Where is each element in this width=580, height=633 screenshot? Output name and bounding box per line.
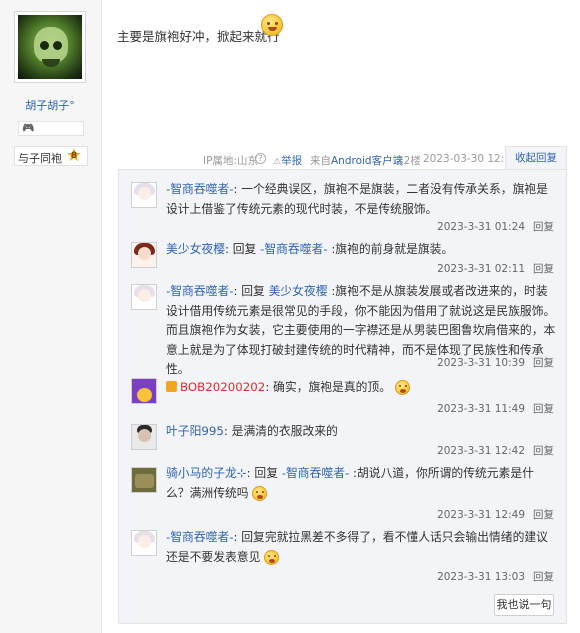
comment-time: 2023-3-31 12:42 xyxy=(437,445,525,457)
reply-target-username[interactable]: -智商吞噬者- xyxy=(260,242,328,256)
post-date: 2023-03-30 12:52 xyxy=(423,153,518,165)
comment-body: :旗袍的前身就是旗装。 xyxy=(327,242,454,256)
comment-meta: 2023-3-31 02:11 回复 xyxy=(437,261,554,276)
ghost-girl-avatar[interactable] xyxy=(131,284,157,310)
comment-meta: 2023-3-31 10:39 回复 xyxy=(437,355,554,370)
reply-button[interactable]: 回复 xyxy=(533,571,554,583)
shocked-emoji-icon xyxy=(252,485,268,501)
author-username[interactable]: 胡子胡子° xyxy=(0,97,100,113)
reply-button[interactable]: 回复 xyxy=(533,221,554,233)
cat-avatar[interactable] xyxy=(131,378,157,404)
floor-number: 12楼 xyxy=(397,155,421,167)
ghost-girl-avatar[interactable] xyxy=(131,530,157,556)
smile-emoji-icon xyxy=(264,549,280,565)
author-panel: 胡子胡子° 🎮 与子同袍 ★ 8 xyxy=(0,0,102,633)
comment-body: 确实，旗袍是真的顶。 xyxy=(273,380,392,394)
comment-username[interactable]: -智商吞噬者- xyxy=(166,182,234,196)
level-name: 与子同袍 xyxy=(18,152,62,165)
help-icon[interactable]: ? xyxy=(255,153,266,164)
report-link[interactable]: ⚠举报 xyxy=(273,153,302,168)
comment-username[interactable]: 美少女夜樱 xyxy=(166,242,225,256)
comment-item: 叶子阳995: 是满清的衣服改来的 xyxy=(166,422,556,442)
comment-username[interactable]: BOB20200202 xyxy=(180,380,265,394)
comment-time: 2023-3-31 13:03 xyxy=(437,571,525,583)
skull-mouth xyxy=(42,59,60,67)
comment-meta: 2023-3-31 01:24 回复 xyxy=(437,219,554,234)
comment-item: 骑小马的子龙⊹: 回复 -智商吞噬者- :胡说八道，你所谓的传统元素是什么？满洲… xyxy=(166,464,556,503)
comment-list: -智商吞噬者-: 一个经典误区，旗袍不是旗装，二者没有传承关系，旗袍是设计上借鉴… xyxy=(118,169,567,624)
forum-level-badge[interactable]: 与子同袍 ★ 8 xyxy=(14,146,88,166)
comment-username[interactable]: 叶子阳995 xyxy=(166,424,224,438)
reply-button[interactable]: 回复 xyxy=(533,445,554,457)
reply-button[interactable]: 回复 xyxy=(533,357,554,369)
man-avatar[interactable] xyxy=(131,424,157,450)
comment-meta: 2023-3-31 12:49 回复 xyxy=(437,507,554,522)
reply-button[interactable]: 回复 xyxy=(533,509,554,521)
vip-badge-icon xyxy=(166,381,177,392)
reply-target-username[interactable]: 美少女夜樱 xyxy=(269,284,328,298)
comment-separator: : xyxy=(223,424,232,438)
rpg-avatar[interactable] xyxy=(131,467,157,493)
comment-username[interactable]: -智商吞噬者- xyxy=(166,530,234,544)
comment-item: -智商吞噬者-: 回复完就拉黑差不多得了，看不懂人话只会输出情绪的建议还是不要发… xyxy=(166,528,556,567)
comment-meta: 2023-3-31 13:03 回复 xyxy=(437,569,554,584)
warning-icon: ⚠ xyxy=(273,157,282,167)
client-link[interactable]: Android客户端 xyxy=(331,155,403,167)
author-avatar[interactable] xyxy=(14,11,86,83)
reply-word: : 回复 xyxy=(225,242,261,256)
comment-meta: 2023-3-31 12:42 回复 xyxy=(437,443,554,458)
comment-item: BOB20200202: 确实，旗袍是真的顶。 xyxy=(166,378,556,398)
gamepad-icon: 🎮 xyxy=(22,123,35,134)
skull-eye-left xyxy=(40,41,49,50)
maid-girl-avatar[interactable] xyxy=(131,242,157,268)
comment-time: 2023-3-31 11:49 xyxy=(437,403,525,415)
reply-word: : 回复 xyxy=(233,284,269,298)
comment-meta: 2023-3-31 11:49 回复 xyxy=(437,401,554,416)
ip-location: IP属地:山东 xyxy=(203,155,258,167)
surprised-emoji-icon xyxy=(394,380,410,395)
reply-button[interactable]: 回复 xyxy=(533,263,554,275)
comment-username[interactable]: -智商吞噬者- xyxy=(166,284,234,298)
comment-time: 2023-3-31 10:39 xyxy=(437,357,525,369)
comment-username[interactable]: 骑小马的子龙⊹ xyxy=(166,466,247,480)
from-prefix: 来自 xyxy=(310,155,331,167)
comment-separator: : xyxy=(265,380,274,394)
comment-time: 2023-3-31 12:49 xyxy=(437,509,525,521)
level-number: 8 xyxy=(70,151,78,161)
comment-body: 是满清的衣服改来的 xyxy=(231,424,338,438)
skull-avatar-image xyxy=(18,15,82,79)
skull-eye-right xyxy=(53,41,62,50)
game-badge[interactable]: 🎮 xyxy=(18,121,84,136)
comment-item: 美少女夜樱: 回复 -智商吞噬者- :旗袍的前身就是旗装。 xyxy=(166,240,556,260)
reply-button[interactable]: 回复 xyxy=(533,403,554,415)
post-content: 主要是旗袍好冲，掀起来就行 xyxy=(117,29,280,44)
comment-time: 2023-3-31 01:24 xyxy=(437,221,525,233)
smile-emoji-icon xyxy=(261,14,283,36)
reply-word: : 回复 xyxy=(246,466,282,480)
ghost-girl-avatar[interactable] xyxy=(131,182,157,208)
comment-time: 2023-3-31 02:11 xyxy=(437,263,525,275)
collapse-replies-button[interactable]: 收起回复 xyxy=(505,146,567,170)
comment-item: -智商吞噬者-: 一个经典误区，旗袍不是旗装，二者没有传承关系，旗袍是设计上借鉴… xyxy=(166,180,556,219)
reply-target-username[interactable]: -智商吞噬者- xyxy=(282,466,350,480)
report-label: 举报 xyxy=(281,155,303,167)
add-comment-button[interactable]: 我也说一句 xyxy=(494,594,554,616)
client-source: 来自Android客户端 xyxy=(310,153,403,168)
